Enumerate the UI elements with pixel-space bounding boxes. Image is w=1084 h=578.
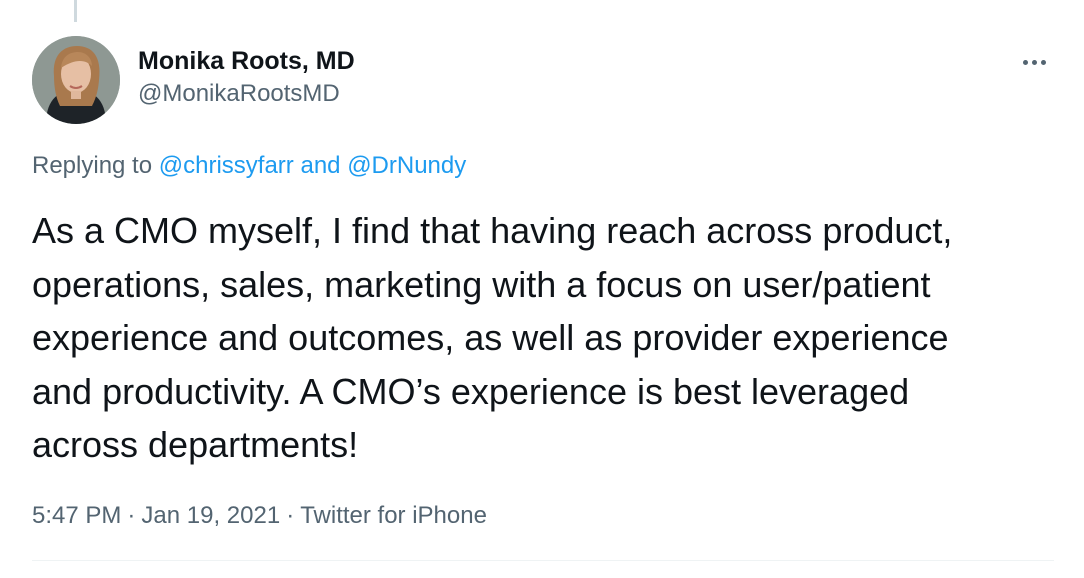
tweet-text-line: across departments! xyxy=(32,424,359,465)
mention-link-drnundy[interactable]: @DrNundy xyxy=(347,152,466,179)
mention-link-chrissyfarr[interactable]: @chrissyfarr xyxy=(159,152,294,179)
replying-to-joiner: and xyxy=(300,152,341,179)
thread-connector-line xyxy=(74,0,77,22)
author-handle[interactable]: @MonikaRootsMD xyxy=(138,78,355,110)
meta-separator: · xyxy=(286,502,295,529)
more-options-icon[interactable] xyxy=(1018,52,1050,72)
tweet-text-line: As a CMO myself, I find that having reac… xyxy=(32,210,953,251)
divider xyxy=(32,560,1054,561)
author-block: Monika Roots, MD @MonikaRootsMD xyxy=(138,46,355,110)
tweet-text-line: operations, sales, marketing with a focu… xyxy=(32,263,931,305)
replying-to: Replying to @chrissyfarr and @DrNundy xyxy=(32,150,466,182)
meta-separator: · xyxy=(127,502,136,529)
replying-to-label: Replying to xyxy=(32,152,153,179)
more-dot xyxy=(1031,59,1037,65)
tweet-time-link[interactable]: 5:47 PM xyxy=(32,502,121,529)
tweet-date-link[interactable]: Jan 19, 2021 xyxy=(141,502,280,529)
tweet-text-line: experience and outcomes, as well as prov… xyxy=(32,317,949,358)
author-display-name[interactable]: Monika Roots, MD xyxy=(138,46,355,76)
more-dot xyxy=(1022,59,1028,65)
profile-photo-icon xyxy=(32,36,120,124)
tweet-text-line: and productivity. A CMO’s experience is … xyxy=(32,370,910,412)
more-dot xyxy=(1040,59,1046,65)
tweet-meta: 5:47 PM · Jan 19, 2021 · Twitter for iPhone xyxy=(32,500,487,532)
avatar[interactable] xyxy=(32,36,120,124)
tweet-text: As a CMO myself, I find that having reac… xyxy=(32,204,1062,472)
tweet-source-link[interactable]: Twitter for iPhone xyxy=(300,502,487,529)
